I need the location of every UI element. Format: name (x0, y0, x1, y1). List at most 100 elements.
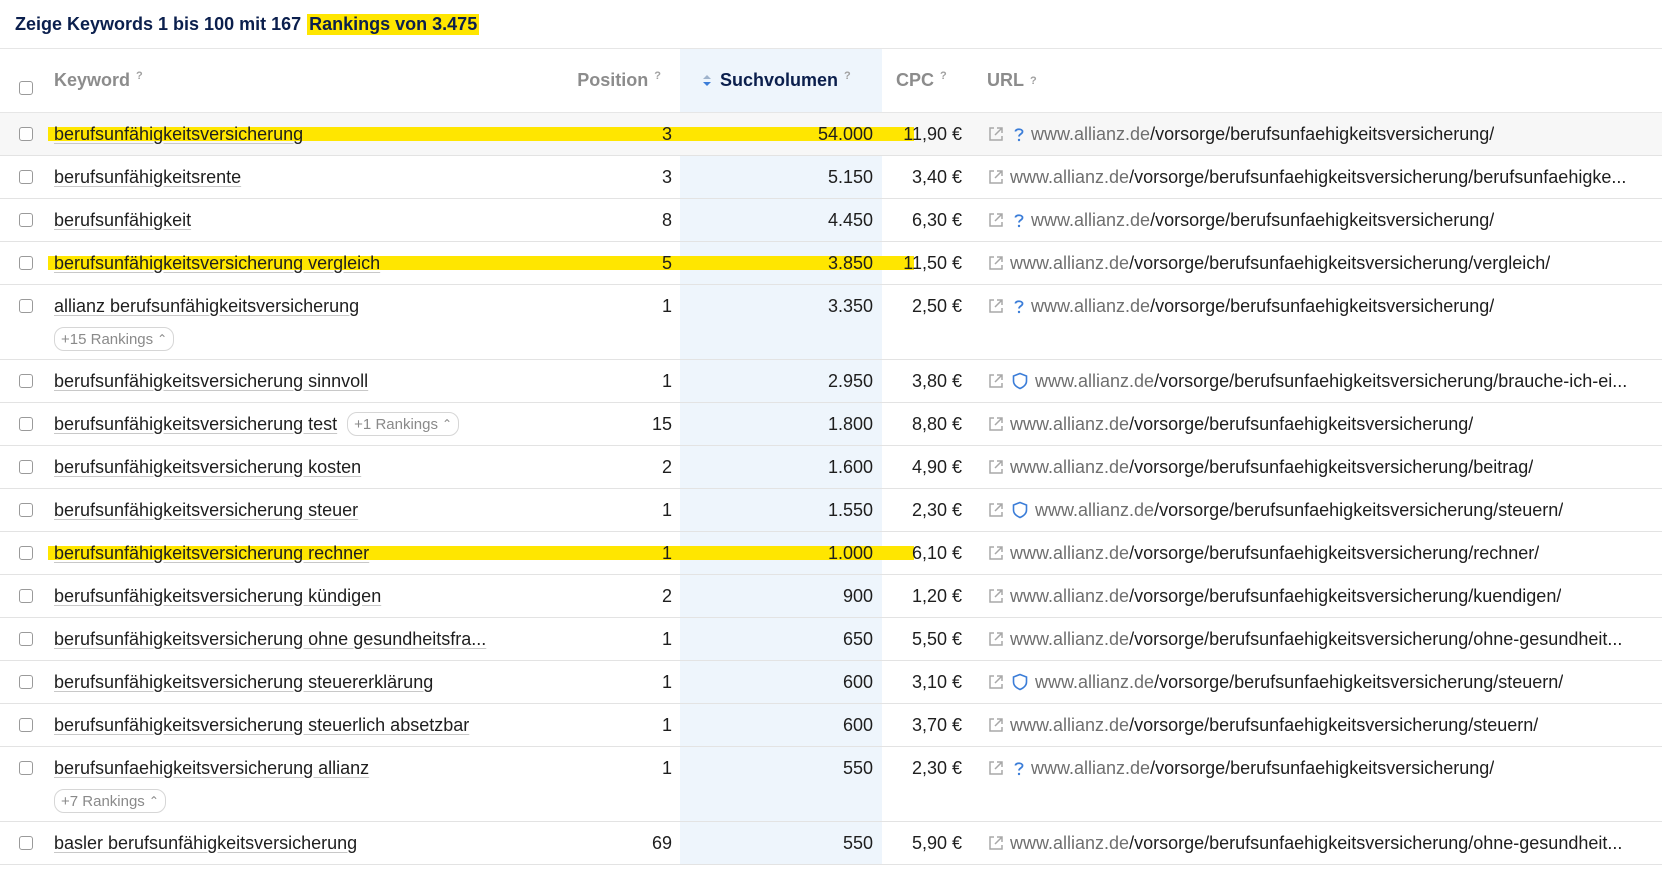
url-path[interactable]: /vorsorge/berufsunfaehigkeitsversicherun… (1129, 586, 1561, 607)
url-domain[interactable]: www.allianz.de (1010, 457, 1129, 478)
url-domain[interactable]: www.allianz.de (1010, 833, 1129, 854)
url-domain[interactable]: www.allianz.de (1031, 758, 1150, 779)
url-path[interactable]: /vorsorge/berufsunfaehigkeitsversicherun… (1129, 543, 1539, 564)
keyword-link[interactable]: berufsunfähigkeit (54, 210, 191, 231)
header-url[interactable]: URL? (970, 70, 1662, 91)
table-row[interactable]: berufsunfähigkeitsrente 3 5.150 3,40 € w… (0, 156, 1662, 199)
header-keyword[interactable]: Keyword? (52, 70, 510, 91)
more-rankings-badge[interactable]: +7 Rankings ⌃ (54, 789, 166, 813)
header-position[interactable]: Position? (510, 70, 677, 91)
url-path[interactable]: /vorsorge/berufsunfaehigkeitsversicherun… (1154, 672, 1563, 693)
table-row[interactable]: basler berufsunfähigkeitsversicherung 69… (0, 822, 1662, 865)
url-path[interactable]: /vorsorge/berufsunfaehigkeitsversicherun… (1129, 457, 1533, 478)
url-domain[interactable]: www.allianz.de (1010, 543, 1129, 564)
keyword-link[interactable]: berufsunfähigkeitsversicherung vergleich (54, 253, 380, 274)
keyword-link[interactable]: berufsunfähigkeitsversicherung (54, 124, 303, 145)
row-checkbox[interactable] (19, 417, 33, 431)
external-link-icon[interactable] (987, 125, 1005, 143)
url-path[interactable]: /vorsorge/berufsunfaehigkeitsversicherun… (1154, 500, 1563, 521)
url-path[interactable]: /vorsorge/berufsunfaehigkeitsversicherun… (1150, 124, 1494, 145)
row-checkbox[interactable] (19, 836, 33, 850)
row-checkbox[interactable] (19, 761, 33, 775)
keyword-link[interactable]: berufsunfähigkeitsversicherung kündigen (54, 586, 381, 607)
table-row[interactable]: berufsunfähigkeitsversicherung kündigen … (0, 575, 1662, 618)
keyword-link[interactable]: berufsunfähigkeitsversicherung kosten (54, 457, 361, 478)
url-path[interactable]: /vorsorge/berufsunfaehigkeitsversicherun… (1129, 715, 1538, 736)
row-checkbox[interactable] (19, 675, 33, 689)
help-icon[interactable]: ? (654, 70, 661, 82)
external-link-icon[interactable] (987, 544, 1005, 562)
url-domain[interactable]: www.allianz.de (1010, 629, 1129, 650)
keyword-link[interactable]: berufsunfähigkeitsversicherung steuererk… (54, 672, 433, 693)
url-domain[interactable]: www.allianz.de (1010, 253, 1129, 274)
table-row[interactable]: berufsunfaehigkeitsversicherung allianz … (0, 747, 1662, 822)
table-row[interactable]: berufsunfähigkeitsversicherung steuerlic… (0, 704, 1662, 747)
external-link-icon[interactable] (987, 458, 1005, 476)
row-checkbox[interactable] (19, 374, 33, 388)
table-row[interactable]: berufsunfähigkeitsversicherung test +1 Ra… (0, 403, 1662, 446)
external-link-icon[interactable] (987, 587, 1005, 605)
external-link-icon[interactable] (987, 716, 1005, 734)
table-row[interactable]: berufsunfähigkeitsversicherung vergleich… (0, 242, 1662, 285)
keyword-link[interactable]: berufsunfähigkeitsversicherung test (54, 414, 337, 435)
header-volume[interactable]: Suchvolumen? (677, 70, 884, 91)
url-domain[interactable]: www.allianz.de (1035, 672, 1154, 693)
url-domain[interactable]: www.allianz.de (1031, 210, 1150, 231)
row-checkbox[interactable] (19, 256, 33, 270)
row-checkbox[interactable] (19, 632, 33, 646)
external-link-icon[interactable] (987, 297, 1005, 315)
url-domain[interactable]: www.allianz.de (1031, 296, 1150, 317)
help-icon[interactable]: ? (1030, 75, 1037, 87)
more-rankings-badge[interactable]: +1 Rankings ⌃ (347, 412, 460, 436)
url-path[interactable]: /vorsorge/berufsunfaehigkeitsversicherun… (1129, 167, 1626, 188)
external-link-icon[interactable] (987, 673, 1005, 691)
external-link-icon[interactable] (987, 630, 1005, 648)
external-link-icon[interactable] (987, 372, 1005, 390)
external-link-icon[interactable] (987, 415, 1005, 433)
keyword-link[interactable]: berufsunfähigkeitsversicherung steuer (54, 500, 358, 521)
keyword-link[interactable]: berufsunfähigkeitsversicherung ohne gesu… (54, 629, 486, 650)
row-checkbox[interactable] (19, 213, 33, 227)
url-path[interactable]: /vorsorge/berufsunfaehigkeitsversicherun… (1150, 296, 1494, 317)
url-path[interactable]: /vorsorge/berufsunfaehigkeitsversicherun… (1129, 253, 1550, 274)
url-path[interactable]: /vorsorge/berufsunfaehigkeitsversicherun… (1150, 758, 1494, 779)
url-domain[interactable]: www.allianz.de (1031, 124, 1150, 145)
url-domain[interactable]: www.allianz.de (1010, 586, 1129, 607)
row-checkbox[interactable] (19, 127, 33, 141)
row-checkbox[interactable] (19, 546, 33, 560)
keyword-link[interactable]: berufsunfähigkeitsversicherung rechner (54, 543, 369, 564)
row-checkbox[interactable] (19, 718, 33, 732)
url-path[interactable]: /vorsorge/berufsunfaehigkeitsversicherun… (1150, 210, 1494, 231)
table-row[interactable]: berufsunfähigkeitsversicherung sinnvoll … (0, 360, 1662, 403)
external-link-icon[interactable] (987, 834, 1005, 852)
table-row[interactable]: berufsunfähigkeit 8 4.450 6,30 € www.all… (0, 199, 1662, 242)
url-path[interactable]: /vorsorge/berufsunfaehigkeitsversicherun… (1129, 629, 1622, 650)
table-row[interactable]: berufsunfähigkeitsversicherung ohne gesu… (0, 618, 1662, 661)
help-icon[interactable]: ? (940, 70, 947, 82)
row-checkbox[interactable] (19, 170, 33, 184)
keyword-link[interactable]: berufsunfaehigkeitsversicherung allianz (54, 758, 369, 779)
url-domain[interactable]: www.allianz.de (1010, 167, 1129, 188)
header-cpc[interactable]: CPC? (884, 70, 970, 91)
url-domain[interactable]: www.allianz.de (1010, 414, 1129, 435)
table-row[interactable]: berufsunfähigkeitsversicherung steuer 1 … (0, 489, 1662, 532)
keyword-link[interactable]: berufsunfähigkeitsrente (54, 167, 241, 188)
external-link-icon[interactable] (987, 168, 1005, 186)
url-path[interactable]: /vorsorge/berufsunfaehigkeitsversicherun… (1129, 833, 1622, 854)
url-path[interactable]: /vorsorge/berufsunfaehigkeitsversicherun… (1154, 371, 1627, 392)
row-checkbox[interactable] (19, 589, 33, 603)
more-rankings-badge[interactable]: +15 Rankings ⌃ (54, 327, 175, 351)
keyword-link[interactable]: allianz berufsunfähigkeitsversicherung (54, 296, 359, 317)
external-link-icon[interactable] (987, 254, 1005, 272)
help-icon[interactable]: ? (136, 70, 143, 82)
url-path[interactable]: /vorsorge/berufsunfaehigkeitsversicherun… (1129, 414, 1473, 435)
external-link-icon[interactable] (987, 211, 1005, 229)
select-all-checkbox[interactable] (19, 80, 33, 95)
help-icon[interactable]: ? (844, 70, 851, 82)
keyword-link[interactable]: basler berufsunfähigkeitsversicherung (54, 833, 357, 854)
url-domain[interactable]: www.allianz.de (1035, 500, 1154, 521)
url-domain[interactable]: www.allianz.de (1010, 715, 1129, 736)
table-row[interactable]: berufsunfähigkeitsversicherung 3 54.000 … (0, 113, 1662, 156)
table-row[interactable]: berufsunfähigkeitsversicherung kosten 2 … (0, 446, 1662, 489)
row-checkbox[interactable] (19, 299, 33, 313)
